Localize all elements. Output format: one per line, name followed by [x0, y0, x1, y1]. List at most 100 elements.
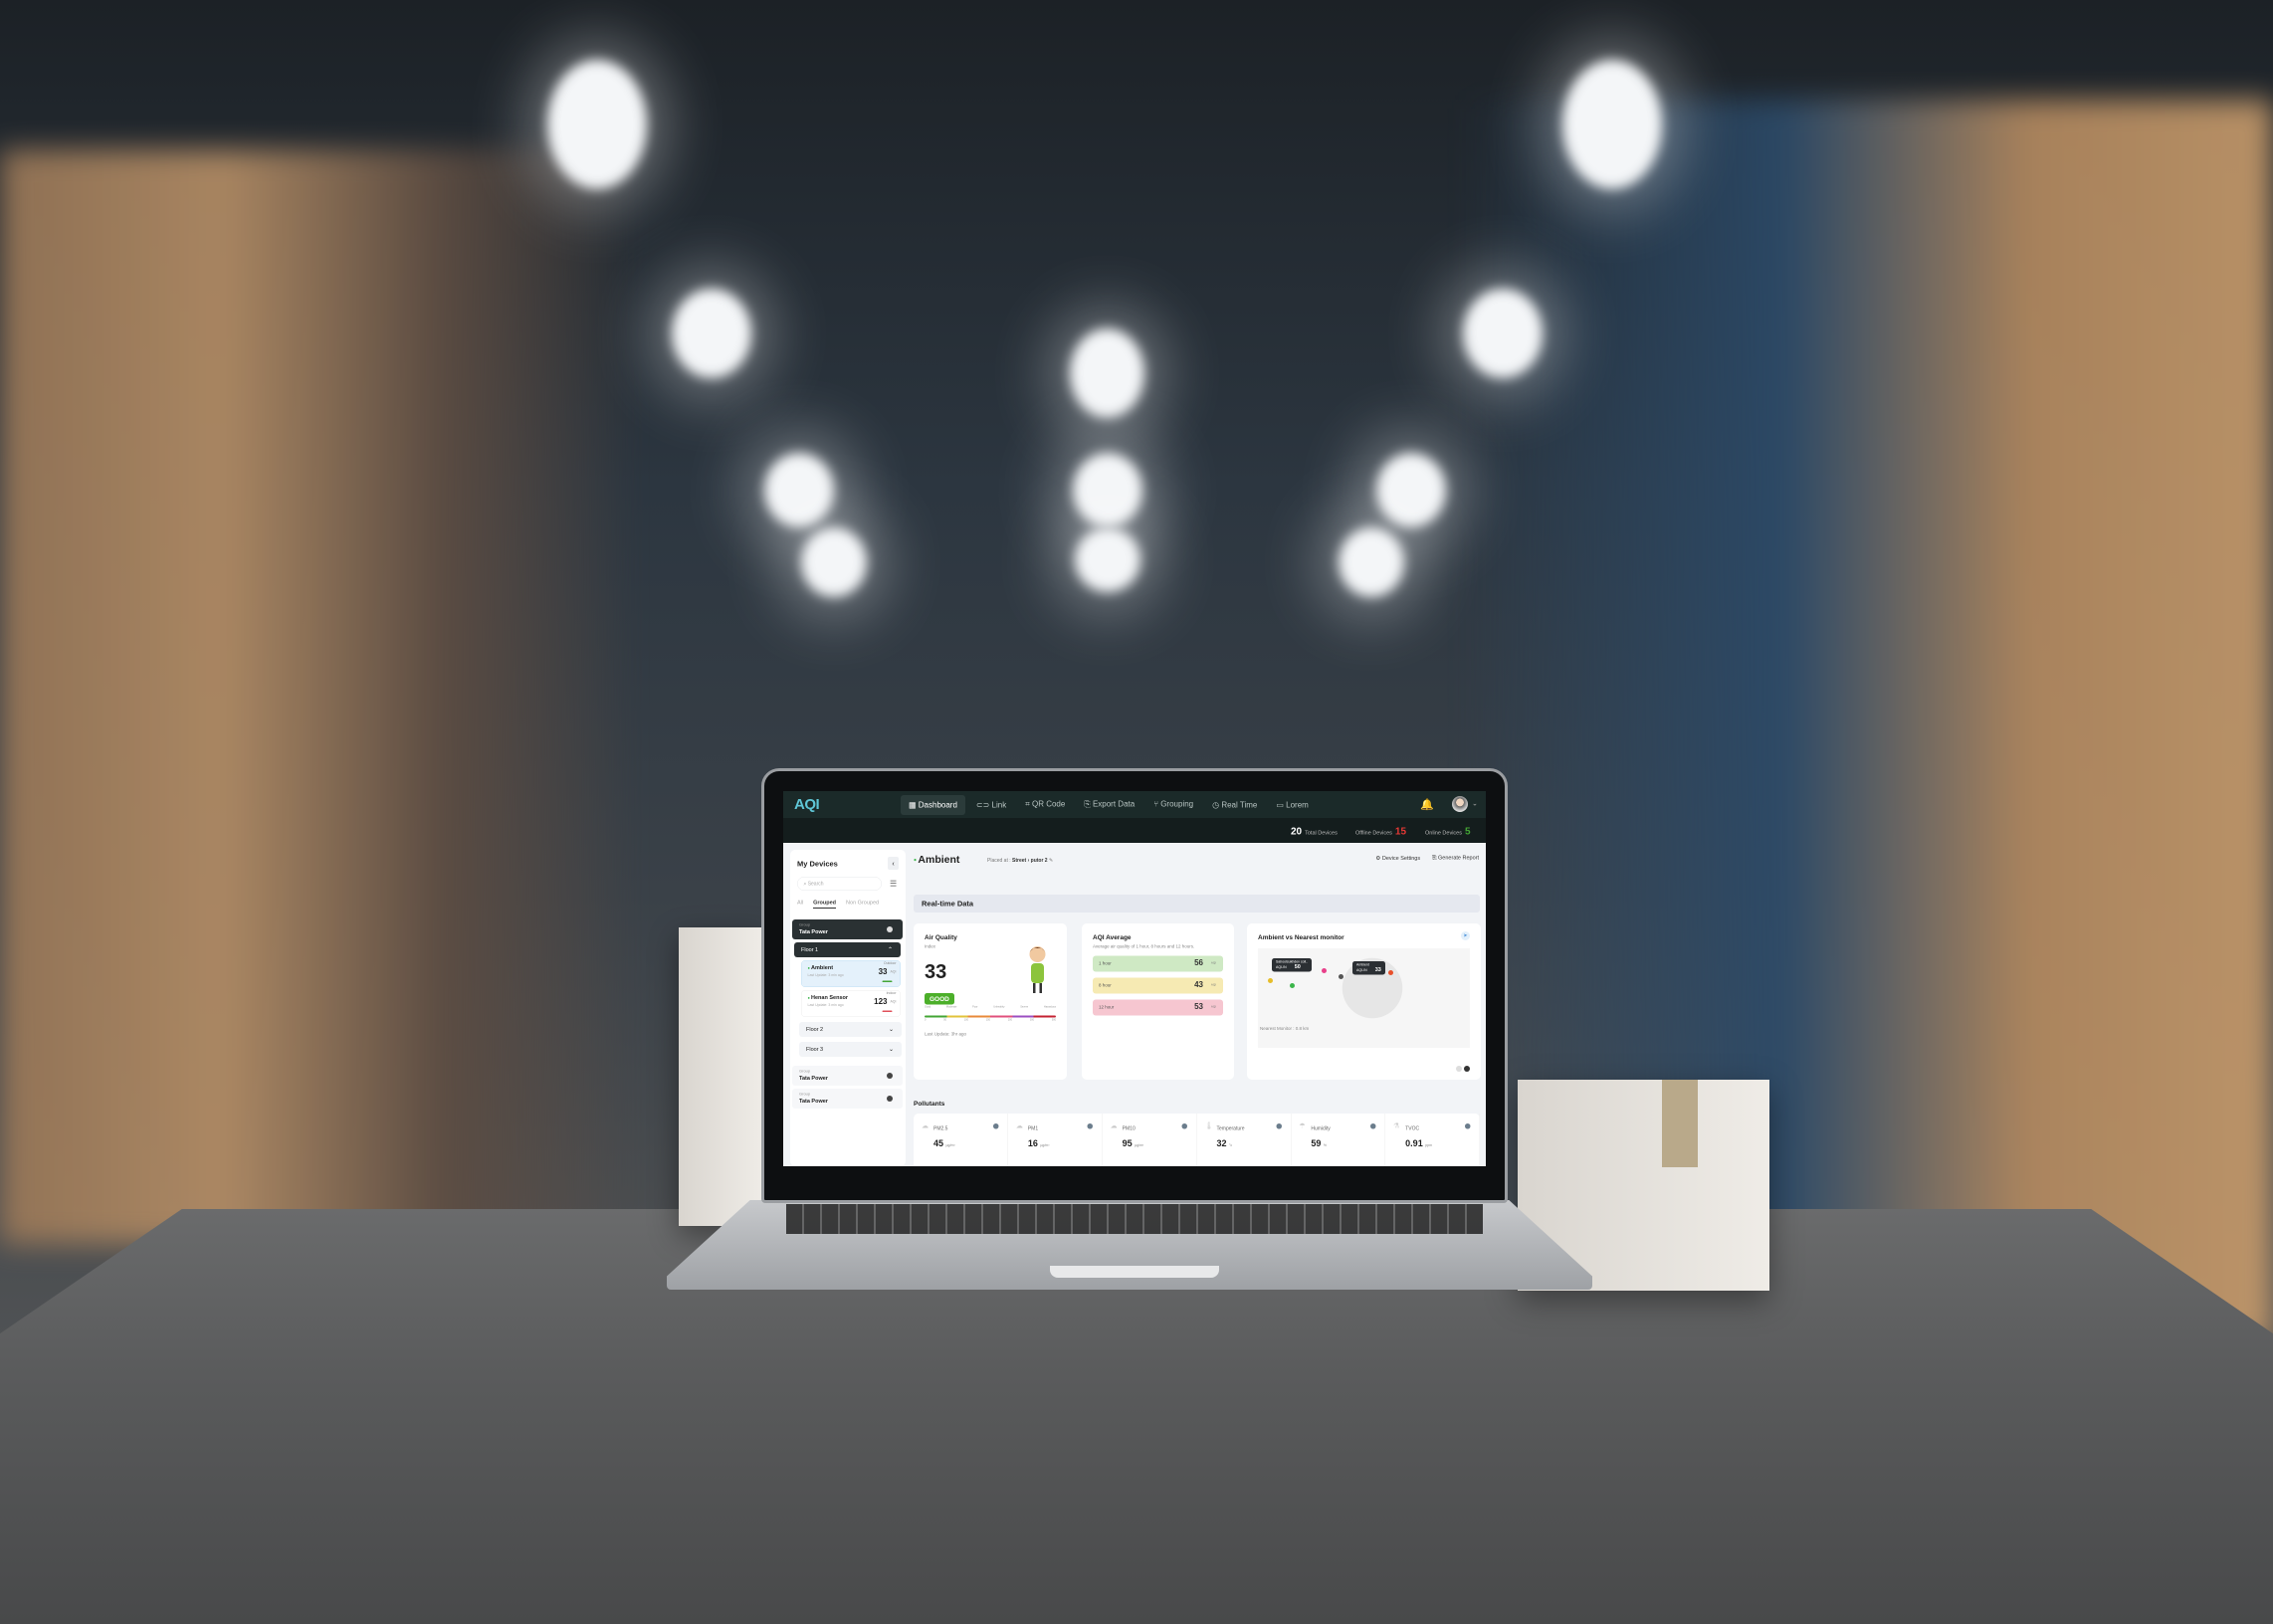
tab-all[interactable]: All: [797, 900, 803, 909]
floor-item[interactable]: Floor 2 ⌄: [799, 1022, 902, 1037]
info-icon[interactable]: [1370, 1123, 1376, 1129]
ceiling-light: [1075, 527, 1140, 592]
online-devices-value: 5: [1464, 826, 1471, 837]
link-icon: ⊂⊃: [975, 801, 992, 810]
ceiling-light: [1376, 453, 1446, 527]
chevron-left-icon[interactable]: ‹: [888, 857, 899, 870]
keyboard: [786, 1204, 1483, 1234]
generate-report-button[interactable]: ⎘ Generate Report: [1432, 855, 1479, 862]
pollutant-item[interactable]: ☁ PM1 16 µg/m³: [1008, 1114, 1103, 1166]
chevron-up-icon: ⌃: [887, 945, 893, 953]
map[interactable]: Sahoolsukhdev coll.. AQI-IN 50 Ambient AQI-…: [1258, 948, 1470, 1048]
pollutant-item[interactable]: 🌡 Temperature 32 °c: [1197, 1114, 1292, 1166]
scale-tick: 100: [963, 1018, 968, 1022]
group-toggle-icon[interactable]: [887, 1073, 893, 1079]
aqi-average-row: 12 hour 53 AQI: [1093, 999, 1223, 1016]
scale-label: Severe: [1020, 1005, 1029, 1009]
tab-non-grouped[interactable]: Non Grouped: [846, 900, 879, 909]
aqi-scale-bar: [925, 1015, 1056, 1018]
chevron-down-icon[interactable]: ⌄: [1472, 799, 1478, 808]
info-icon[interactable]: [1465, 1123, 1471, 1129]
logo: AQI: [794, 796, 820, 813]
pollutant-item[interactable]: ⚗ TVOC 0.91 ppm: [1385, 1114, 1481, 1166]
clock-icon: ◷: [1212, 801, 1222, 810]
group-item[interactable]: Group Tata Power: [792, 1089, 903, 1109]
scale-label: Good: [925, 1005, 931, 1009]
floor-item[interactable]: Floor 1 ⌃: [794, 942, 901, 957]
map-pin[interactable]: [1322, 968, 1327, 973]
nav-real-time[interactable]: ◷ Real Time: [1204, 795, 1265, 815]
nav-grouping[interactable]: ⑂ Grouping: [1145, 795, 1201, 815]
ceiling-light: [1070, 328, 1144, 418]
section-header: Real-time Data: [914, 895, 1480, 913]
pollutant-icon: ☁: [922, 1121, 929, 1129]
chevron-down-icon: ⌄: [888, 1045, 894, 1053]
device-stats-bar: 20 Total Devices Offline Devices 15 Online…: [783, 818, 1486, 843]
group-toggle-icon[interactable]: [887, 926, 893, 932]
export-icon: ⎘: [1084, 800, 1093, 809]
scale-label: Hazardous: [1043, 1005, 1056, 1009]
ceiling-light: [801, 527, 867, 597]
map-tooltip: Sahoolsukhdev coll.. AQI-IN 50: [1272, 958, 1313, 972]
location-arrow-icon[interactable]: ➤: [1461, 931, 1470, 940]
ceiling-light: [1562, 60, 1662, 189]
ceiling-light: [672, 289, 751, 378]
pollutants-title: Pollutants: [914, 1100, 945, 1108]
ceiling-light: [1463, 289, 1543, 378]
group-item[interactable]: Group Tata Power: [792, 1066, 903, 1086]
bell-icon[interactable]: 🔔: [1420, 798, 1434, 811]
aqi-average-row: 1 hour 56 AQI: [1093, 955, 1223, 972]
laptop-screen: AQI ▦ Dashboard ⊂⊃ Link ⌗ QR Code ⎘ Expo…: [783, 791, 1486, 1166]
map-pin[interactable]: [1388, 970, 1393, 975]
nav-link[interactable]: ⊂⊃ Link: [968, 795, 1014, 815]
scale-label: Poor: [972, 1005, 978, 1009]
map-pin[interactable]: [1339, 974, 1343, 979]
ceiling-light: [764, 453, 834, 527]
edit-icon[interactable]: ✎: [1049, 858, 1053, 864]
aqi-level-bar: [882, 980, 893, 982]
nav-lorem[interactable]: ▭ Lorem: [1268, 795, 1316, 815]
device-settings-button[interactable]: ⚙ Device Settings: [1375, 855, 1420, 862]
aqi-average-row: 8 hour 43 AQI: [1093, 977, 1223, 994]
floor-item[interactable]: Floor 3 ⌄: [799, 1042, 902, 1057]
filter-icon[interactable]: ☰: [890, 879, 897, 889]
device-item[interactable]: Outdoor Ambient Last Update: 3 min ago 3…: [801, 960, 901, 987]
search-input[interactable]: ⌕ Search: [797, 877, 882, 891]
scale-tick: 0: [925, 1018, 927, 1022]
dashboard: AQI ▦ Dashboard ⊂⊃ Link ⌗ QR Code ⎘ Expo…: [783, 791, 1486, 1166]
pollutant-item[interactable]: ☁ PM2.5 45 µg/m³: [914, 1114, 1008, 1166]
ceiling-light: [1073, 453, 1142, 527]
scale-tick: 150: [985, 1018, 990, 1022]
map-pagination[interactable]: [1456, 1066, 1470, 1072]
map-tooltip: Ambient AQI-IN 33: [1352, 961, 1385, 975]
scale-label: Unhealthy: [993, 1005, 1005, 1009]
map-pin[interactable]: [1290, 983, 1295, 988]
status-badge: GOOD: [925, 993, 954, 1005]
pollutant-icon: ☁: [1110, 1121, 1118, 1129]
device-item[interactable]: Indoor Henan Sensor Last Update: 3 min a…: [801, 990, 901, 1017]
group-toggle-icon[interactable]: [887, 1096, 893, 1102]
nav-dashboard[interactable]: ▦ Dashboard: [901, 795, 965, 815]
tab-grouped[interactable]: Grouped: [813, 900, 837, 909]
info-icon[interactable]: [1087, 1123, 1094, 1129]
sidebar: My Devices ‹ ⌕ Search ☰ All Grouped Non …: [790, 850, 906, 1166]
group-item[interactable]: Group Tata Power: [792, 919, 903, 939]
pollutants-row: ☁ PM2.5 45 µg/m³ ☁ PM1 16 µg/m³ ☁ PM10 95 µg/m³ 🌡…: [914, 1114, 1481, 1166]
info-icon[interactable]: [992, 1123, 999, 1129]
aqi-average-card: AQI Average Average air quality of 1 hou…: [1082, 923, 1234, 1080]
pollutant-item[interactable]: ☁ PM10 95 µg/m³: [1103, 1114, 1197, 1166]
left-shelves: [0, 149, 637, 1244]
pollutant-icon: 🌡: [1204, 1121, 1214, 1129]
grid-icon: ▦: [909, 801, 919, 810]
nav-export-data[interactable]: ⎘ Export Data: [1076, 795, 1142, 815]
pollutant-item[interactable]: ☂ Humidity 59 %: [1291, 1114, 1386, 1166]
nav-qr-code[interactable]: ⌗ QR Code: [1017, 795, 1073, 815]
info-icon[interactable]: [1181, 1123, 1188, 1129]
map-pin[interactable]: [1268, 978, 1273, 983]
window-icon: ▭: [1276, 801, 1287, 810]
avatar[interactable]: [1452, 796, 1468, 812]
scale-tick: 300: [1029, 1018, 1034, 1022]
page-title: Ambient: [914, 854, 959, 866]
info-icon[interactable]: [1276, 1123, 1282, 1129]
chevron-down-icon: ⌄: [888, 1025, 894, 1033]
